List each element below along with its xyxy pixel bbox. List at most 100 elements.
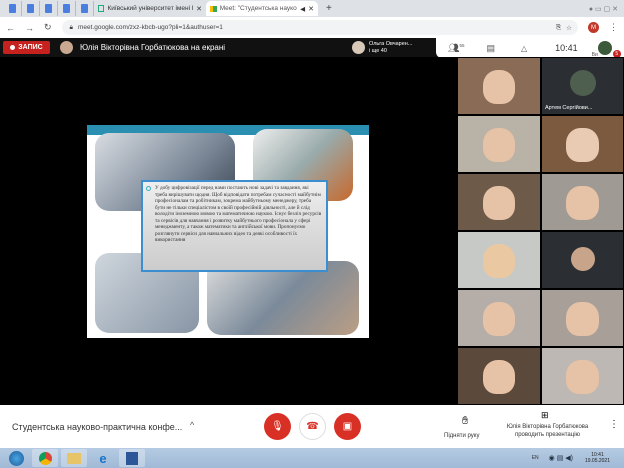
meet-right-panel: 👥︎55 ▤ △ 10:41 Ви 5 [436, 38, 624, 58]
participant-video [566, 302, 599, 336]
present-icon[interactable]: ⊞ [541, 410, 549, 421]
participant-video [566, 360, 599, 394]
tab-docs-3[interactable] [40, 1, 58, 16]
window-controls[interactable]: ● ▭ ▢ ✕ [589, 5, 618, 13]
presentation-area: У добу цифровізації перед нами постають … [0, 57, 457, 405]
tray-icons[interactable]: ◉ ▤ ◀) [549, 454, 573, 462]
participant-video [482, 360, 516, 394]
participant-tile[interactable] [457, 289, 541, 347]
slide-photo-video-call [207, 261, 359, 335]
taskbar-ie[interactable]: e [90, 449, 116, 467]
participant-video [566, 128, 599, 162]
lock-icon: 🔒︎ [69, 23, 74, 31]
participant-tile[interactable] [457, 347, 541, 405]
docs-icon [81, 4, 88, 13]
tab-university[interactable]: Київський університет імені Бор✕ [94, 1, 206, 16]
meet-bottom-bar: Студентська науково-практична конфе... ^… [0, 405, 624, 448]
tab-meet[interactable]: Meet: "Студентська науково ◀ ✕ [206, 1, 318, 16]
participant-tile[interactable] [541, 347, 624, 405]
participant-tile[interactable] [457, 231, 541, 289]
meet-top-bar: ЗАПИС Юлія Вікторівна Горбатюкова на екр… [0, 38, 624, 58]
windows-logo-icon [8, 450, 24, 466]
slide-text-box: У добу цифровізації перед нами постають … [141, 180, 328, 272]
participant-tile[interactable]: Артем Сергійови... [541, 57, 624, 115]
participant-tile[interactable] [541, 115, 624, 173]
participant-video [566, 186, 599, 220]
browser-tab-strip: Київський університет імені Бор✕ Meet: "… [0, 0, 624, 17]
word-icon [126, 451, 138, 465]
taskbar-chrome[interactable] [32, 449, 58, 467]
participant-tile[interactable] [541, 173, 624, 231]
audio-icon[interactable]: ◀ [300, 5, 305, 13]
language-indicator[interactable]: EN [532, 455, 539, 461]
reload-icon[interactable]: ↻ [44, 22, 52, 33]
new-tab-button[interactable]: + [326, 3, 332, 14]
camera-off-icon: ▣ [342, 421, 353, 432]
docs-icon [27, 4, 34, 13]
taskbar-explorer[interactable] [61, 449, 87, 467]
camera-off-button[interactable]: ▣ [334, 413, 361, 440]
bullet-icon [146, 186, 151, 191]
participant-tile[interactable] [457, 173, 541, 231]
tab-docs-5[interactable] [76, 1, 94, 16]
docs-icon [63, 4, 70, 13]
meeting-title[interactable]: Студентська науково-практична конфе... [12, 422, 182, 432]
docs-icon [45, 4, 52, 13]
leave-call-button[interactable]: ☎︎ [299, 413, 326, 440]
url-input[interactable]: 🔒︎ meet.google.com/zxz-kbcb-ugo?pli=1&aut… [61, 20, 578, 35]
chrome-icon [38, 451, 52, 465]
participant-video [482, 128, 516, 162]
clock: 10:41 [555, 43, 578, 53]
people-icon[interactable]: 👥︎55 [448, 43, 464, 54]
activities-icon[interactable]: △ [521, 44, 527, 53]
participant-video [482, 302, 516, 336]
taskbar-word[interactable] [119, 449, 145, 467]
more-options-icon[interactable]: ⋮ [609, 419, 619, 430]
docs-icon [9, 4, 16, 13]
self-avatar[interactable] [597, 41, 612, 55]
participant-tile[interactable] [541, 231, 624, 289]
recording-badge: ЗАПИС [3, 41, 50, 54]
presenter-label: Юлія Вікторівна Горбатюкова на екрані [80, 43, 226, 52]
close-tab-icon[interactable]: ✕ [196, 5, 202, 13]
mic-off-button[interactable]: 🎙︎ [264, 413, 291, 440]
presenter-avatar [60, 41, 73, 54]
menu-icon[interactable]: ⋮ [609, 22, 618, 33]
tab-docs-1[interactable] [4, 1, 22, 16]
participant-tile[interactable] [457, 115, 541, 173]
other-participants[interactable]: Ольга Овчарен... і ще 40 [352, 38, 412, 57]
profile-avatar[interactable]: M [588, 22, 599, 33]
chat-icon[interactable]: ▤ [486, 43, 495, 54]
participant-video [482, 70, 516, 104]
address-bar: ← → ↻ 🔒︎ meet.google.com/zxz-kbcb-ugo?pli… [0, 17, 624, 38]
calendar-icon [98, 5, 105, 12]
presentation-slide: У добу цифровізації перед нами постають … [87, 125, 369, 338]
windows-taskbar: e EN ◉ ▤ ◀) 10:41 19.05.2021 [0, 448, 624, 468]
participant-tile[interactable] [541, 289, 624, 347]
participant-tile[interactable] [457, 57, 541, 115]
back-icon[interactable]: ← [6, 23, 15, 33]
forward-icon[interactable]: → [25, 23, 34, 33]
tab-docs-2[interactable] [22, 1, 40, 16]
mic-off-icon: 🎙︎ [271, 421, 284, 432]
participant-grid: Артем Сергійови... [457, 57, 624, 405]
start-button[interactable] [3, 449, 29, 467]
chevron-up-icon[interactable]: ^ [190, 420, 194, 430]
internet-explorer-icon: e [99, 450, 107, 466]
hand-icon[interactable]: ✋︎ [462, 415, 468, 428]
avatar [352, 41, 365, 54]
close-tab-icon[interactable]: ✕ [308, 5, 314, 13]
folder-icon [67, 452, 81, 464]
phone-hangup-icon: ☎︎ [306, 421, 319, 432]
avatar [570, 70, 596, 96]
tab-docs-4[interactable] [58, 1, 76, 16]
raise-hand-label[interactable]: Підняти руку [444, 432, 479, 440]
participant-video [482, 244, 516, 278]
system-clock[interactable]: 10:41 19.05.2021 [585, 452, 610, 464]
meet-icon [210, 5, 217, 12]
translate-icon[interactable]: ⎘ [556, 24, 561, 32]
star-icon[interactable]: ☆ [566, 24, 572, 32]
avatar [571, 247, 595, 271]
presenting-status[interactable]: Юлія Вікторівна Горбатюкова проводить пре… [500, 423, 595, 439]
participant-video [482, 186, 516, 220]
